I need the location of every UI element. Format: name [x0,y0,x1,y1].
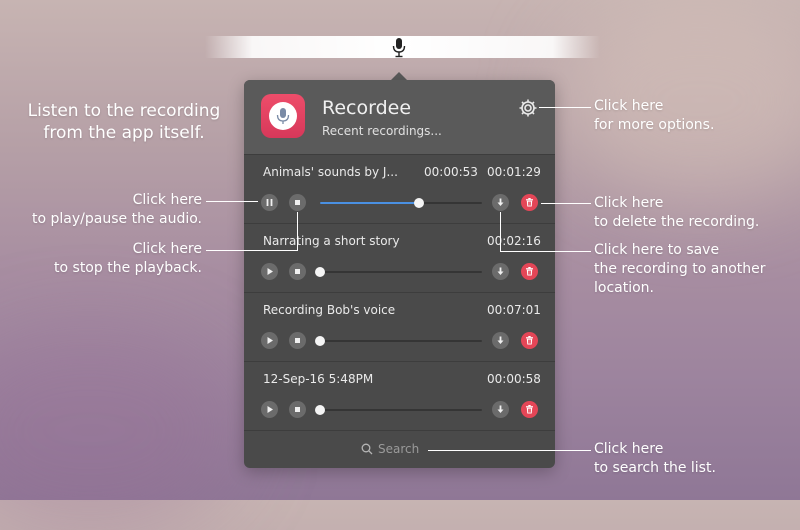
stop-button[interactable] [289,332,306,349]
duration: 00:02:16 [487,234,541,248]
pause-button[interactable] [261,194,278,211]
app-subtitle: Recent recordings... [322,124,442,138]
callout-delete: Click here to delete the recording. [594,195,760,230]
gear-icon[interactable] [518,98,538,118]
progress-slider[interactable] [315,267,482,277]
callout-line [206,201,258,202]
popover-header: Recordee Recent recordings... [244,80,555,154]
app-logo [261,94,305,138]
slider-knob[interactable] [315,405,325,415]
delete-button[interactable] [521,332,538,349]
save-button[interactable] [492,194,509,211]
recording-name: 12-Sep-16 5:48PM [263,372,374,386]
elapsed-time: 00:00:53 [424,165,478,179]
slider-knob[interactable] [414,198,424,208]
app-title: Recordee [322,97,412,119]
recording-row: Recording Bob's voice 00:07:01 [244,292,555,361]
recording-name: Narrating a short story [263,234,400,248]
callout-search: Click here to search the list. [594,441,716,476]
callout-stop: Click here to stop the playback. [54,241,202,276]
callout-line [428,450,591,451]
callout-listen: Listen to the recording from the app its… [27,101,221,143]
recording-row: Animals' sounds by J... 00:00:53 00:01:29 [244,154,555,223]
play-button[interactable] [261,401,278,418]
save-button[interactable] [492,401,509,418]
recording-name: Recording Bob's voice [263,303,396,317]
search-bar[interactable]: Search [244,430,555,468]
progress-slider[interactable] [320,198,482,208]
recordee-popover: Recordee Recent recordings... Animals' s… [244,80,555,468]
duration: 00:07:01 [487,303,541,317]
callout-line [541,203,591,204]
slider-knob[interactable] [315,267,325,277]
progress-slider[interactable] [315,336,482,346]
search-icon [361,443,373,455]
callout-line [500,212,501,252]
recording-name: Animals' sounds by J... [263,165,398,179]
callout-play-pause: Click here to play/pause the audio. [32,192,202,227]
play-button[interactable] [261,332,278,349]
delete-button[interactable] [521,194,538,211]
recording-row: Narrating a short story 00:02:16 [244,223,555,292]
delete-button[interactable] [521,401,538,418]
search-label: Search [378,442,420,456]
callout-line [539,107,591,108]
callout-options: Click here for more options. [594,98,715,133]
play-button[interactable] [261,263,278,280]
callout-line [206,250,298,251]
duration: 00:00:58 [487,372,541,386]
stop-button[interactable] [289,194,306,211]
progress-slider[interactable] [315,405,482,415]
callout-line [500,251,591,252]
save-button[interactable] [492,332,509,349]
slider-knob[interactable] [315,336,325,346]
microphone-icon [276,108,290,124]
recording-row: 12-Sep-16 5:48PM 00:00:58 [244,361,555,430]
callout-save: Click here to save the recording to anot… [594,242,766,296]
stop-button[interactable] [289,401,306,418]
callout-line [297,212,298,251]
progress-fill [320,202,419,204]
save-button[interactable] [492,263,509,280]
delete-button[interactable] [521,263,538,280]
duration: 00:01:29 [487,165,541,179]
stop-button[interactable] [289,263,306,280]
menubar-microphone-icon[interactable] [392,38,406,58]
